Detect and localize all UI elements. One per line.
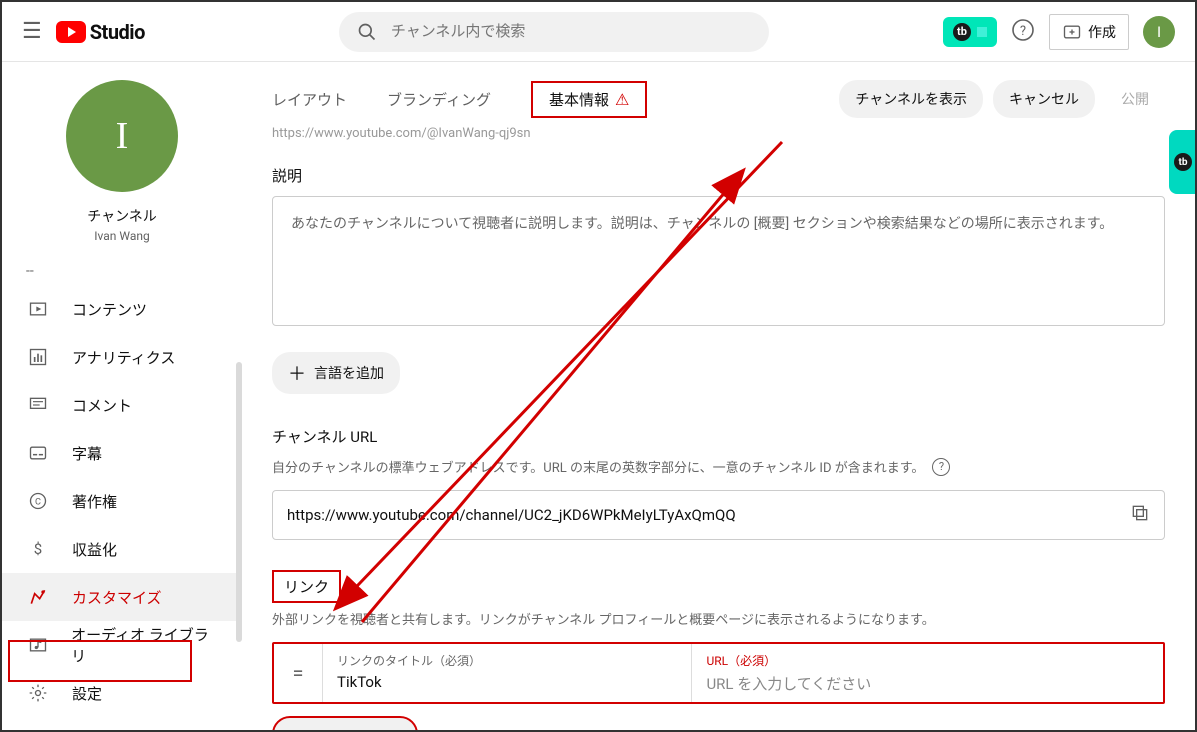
hamburger-menu-icon[interactable]: ☰ — [22, 19, 42, 44]
help-icon[interactable]: ? — [932, 458, 950, 476]
subtitles-icon — [26, 443, 50, 463]
link-title-label: リンクのタイトル（必須） — [337, 652, 677, 669]
link-url-label: URL（必須） — [706, 652, 1149, 669]
copy-icon[interactable] — [1130, 503, 1150, 527]
nav-label: カスタマイズ — [72, 587, 162, 608]
drag-handle-icon[interactable]: = — [274, 644, 322, 702]
add-link-label: リンクを追加 — [316, 729, 400, 730]
help-icon[interactable]: ? — [1011, 18, 1035, 46]
customize-icon — [26, 587, 50, 607]
link-row: = リンクのタイトル（必須） TikTok URL（必須） URL を入力してく… — [272, 642, 1165, 704]
sidebar-item-settings[interactable]: 設定 — [2, 669, 242, 717]
handle-url: https://www.youtube.com/@IvanWang-qj9sn — [272, 126, 1165, 141]
warning-icon: ⚠ — [615, 90, 629, 109]
cancel-button[interactable]: キャンセル — [993, 80, 1095, 118]
svg-text:C: C — [35, 497, 41, 507]
youtube-play-icon — [56, 21, 86, 43]
plus-icon: ＋ — [290, 726, 308, 730]
add-language-button[interactable]: ＋ 言語を追加 — [272, 352, 400, 394]
nav-label: 設定 — [72, 683, 102, 704]
channel-url-title: チャンネル URL — [272, 426, 1165, 447]
channel-name: Ivan Wang — [2, 229, 242, 243]
publish-button: 公開 — [1105, 80, 1165, 118]
tab-layout[interactable]: レイアウト — [272, 81, 347, 118]
audio-icon — [26, 635, 49, 655]
tab-branding[interactable]: ブランディング — [387, 81, 491, 118]
link-url-placeholder: URL を入力してください — [706, 673, 1149, 694]
sidebar-item-comments[interactable]: コメント — [2, 381, 242, 429]
nav-label: オーディオ ライブラリ — [71, 624, 218, 666]
tab-basic-label: 基本情報 — [549, 89, 609, 110]
sidebar-item-analytics[interactable]: アナリティクス — [2, 333, 242, 381]
link-title-field[interactable]: リンクのタイトル（必須） TikTok — [322, 644, 691, 702]
analytics-icon — [26, 347, 50, 367]
tubebuddy-badge[interactable]: tb — [943, 17, 997, 47]
nav-label: 字幕 — [72, 443, 102, 464]
tabs: レイアウト ブランディング 基本情報 ⚠ — [272, 81, 647, 118]
sidebar-item-audio[interactable]: オーディオ ライブラリ — [2, 621, 242, 669]
sidebar-item-customize[interactable]: カスタマイズ — [2, 573, 242, 621]
logo-text: Studio — [90, 20, 145, 44]
tb-square-icon — [977, 27, 987, 37]
svg-text:?: ? — [1020, 24, 1026, 39]
add-link-button[interactable]: ＋ リンクを追加 — [272, 716, 418, 730]
comments-icon — [26, 395, 50, 415]
sidebar: I チャンネル Ivan Wang -- コンテンツ アナリティクス コメント … — [2, 62, 242, 730]
tab-basic-info[interactable]: 基本情報 ⚠ — [531, 81, 647, 118]
channel-avatar[interactable]: I — [66, 80, 178, 192]
channel-url-box: https://www.youtube.com/channel/UC2_jKD6… — [272, 490, 1165, 540]
header: ☰ Studio tb ? 作成 I — [2, 2, 1195, 62]
channel-label: チャンネル — [2, 206, 242, 226]
view-channel-button[interactable]: チャンネルを表示 — [839, 80, 983, 118]
description-title: 説明 — [272, 165, 1165, 186]
create-icon — [1062, 22, 1082, 42]
add-language-label: 言語を追加 — [314, 363, 384, 383]
links-title: リンク — [272, 570, 341, 603]
channel-url-value: https://www.youtube.com/channel/UC2_jKD6… — [287, 506, 1120, 524]
link-url-field[interactable]: URL（必須） URL を入力してください — [691, 644, 1163, 702]
nav-label: 著作権 — [72, 491, 117, 512]
nav-label: アナリティクス — [72, 347, 175, 368]
channel-url-subtext: 自分のチャンネルの標準ウェブアドレスです。URL の末尾の英数字部分に、一意のチ… — [272, 457, 1165, 476]
create-label: 作成 — [1088, 22, 1116, 42]
create-button[interactable]: 作成 — [1049, 14, 1129, 50]
content-icon — [26, 299, 50, 319]
gear-icon — [26, 683, 50, 703]
nav-label: コンテンツ — [72, 299, 147, 320]
search-bar[interactable] — [339, 12, 769, 52]
main-content: レイアウト ブランディング 基本情報 ⚠ チャンネルを表示 キャンセル 公開 h… — [242, 62, 1195, 730]
search-input[interactable] — [391, 23, 751, 40]
side-tab-button[interactable]: tb — [1169, 130, 1197, 194]
svg-text:$: $ — [34, 540, 42, 558]
tb-icon: tb — [1174, 153, 1192, 171]
monetize-icon: $ — [26, 539, 50, 559]
tb-icon: tb — [953, 23, 971, 41]
user-avatar[interactable]: I — [1143, 16, 1175, 48]
copyright-icon: C — [26, 491, 50, 511]
search-icon — [357, 22, 377, 42]
nav-label: コメント — [72, 395, 132, 416]
plus-icon: ＋ — [288, 360, 306, 386]
youtube-studio-logo[interactable]: Studio — [56, 20, 145, 44]
sidebar-item-monetize[interactable]: $ 収益化 — [2, 525, 242, 573]
sidebar-item-content[interactable]: コンテンツ — [2, 285, 242, 333]
sidebar-dash: -- — [2, 263, 242, 279]
links-subtext: 外部リンクを視聴者と共有します。リンクがチャンネル プロフィールと概要ページに表… — [272, 609, 1165, 628]
link-title-value: TikTok — [337, 673, 677, 691]
description-textarea[interactable]: あなたのチャンネルについて視聴者に説明します。説明は、チャンネルの [概要] セ… — [272, 196, 1165, 326]
sidebar-item-subtitles[interactable]: 字幕 — [2, 429, 242, 477]
nav-label: 収益化 — [72, 539, 117, 560]
sidebar-item-copyright[interactable]: C 著作権 — [2, 477, 242, 525]
